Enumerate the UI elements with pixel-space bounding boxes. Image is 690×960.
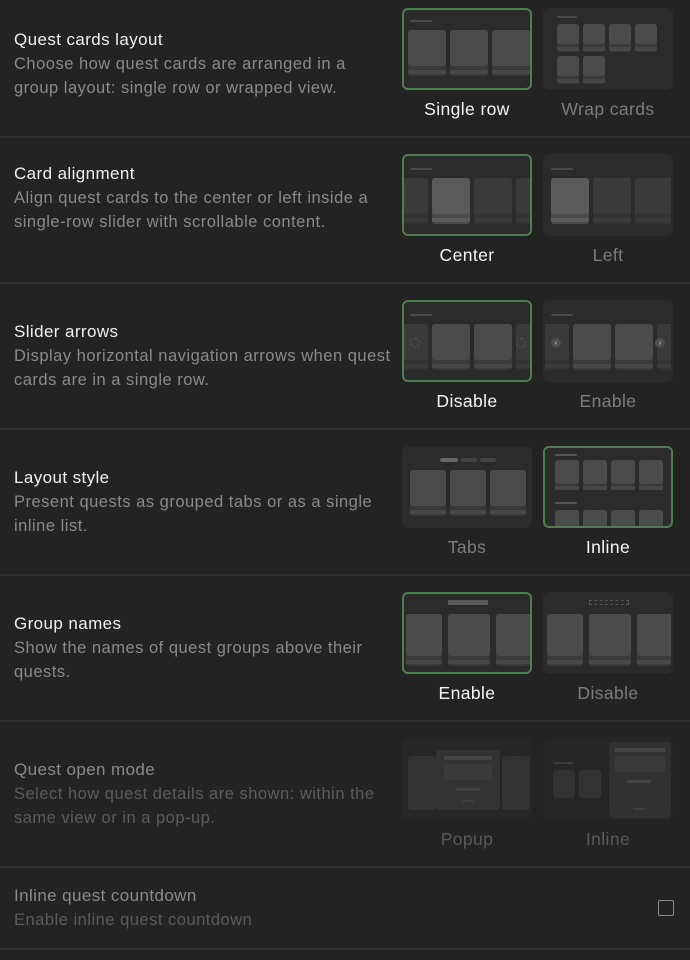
option-label: Left	[592, 245, 624, 265]
setting-title: Card alignment	[14, 164, 135, 183]
wrap-cards-preview	[543, 8, 673, 90]
chevron-right-icon: ›	[655, 338, 665, 348]
chevron-left-icon: ‹	[551, 338, 561, 348]
setting-inline-quest-countdown: Inline quest countdown Enable inline que…	[0, 868, 690, 950]
setting-title: Inline quest countdown	[14, 886, 197, 905]
inline-preview	[543, 446, 673, 528]
inline-detail-preview	[543, 738, 673, 820]
setting-title: Quest open mode	[14, 760, 156, 779]
option-enable-group-names[interactable]: Enable	[402, 592, 532, 704]
setting-description: Select how quest details are shown: with…	[14, 785, 375, 827]
countdown-checkbox[interactable]	[658, 900, 674, 916]
center-preview	[402, 154, 532, 236]
setting-description: Present quests as grouped tabs or as a s…	[14, 493, 373, 535]
names-off-preview	[543, 592, 673, 674]
arrows-on-preview: ‹ ›	[543, 300, 673, 382]
option-label: Inline	[585, 829, 631, 849]
setting-group-names: Group names Show the names of quest grou…	[0, 576, 690, 722]
option-popup[interactable]: Popup	[402, 738, 532, 850]
option-label: Tabs	[447, 537, 487, 557]
setting-description: Enable inline quest countdown	[14, 911, 253, 929]
option-disable-group-names[interactable]: Disable	[543, 592, 673, 704]
option-inline[interactable]: Inline	[543, 446, 673, 558]
option-label: Center	[439, 245, 495, 265]
option-wrap-cards[interactable]: Wrap cards	[543, 8, 673, 120]
setting-title: Slider arrows	[14, 322, 119, 341]
option-label: Inline	[585, 537, 631, 557]
arrows-off-preview	[402, 300, 532, 382]
option-label: Wrap cards	[561, 99, 655, 119]
option-label: Enable	[579, 391, 637, 411]
single-row-preview	[402, 8, 532, 90]
setting-description: Show the names of quest groups above the…	[14, 639, 363, 681]
setting-description: Display horizontal navigation arrows whe…	[14, 347, 391, 389]
option-label: Disable	[577, 683, 639, 703]
setting-quest-cards-layout: Quest cards layout Choose how quest card…	[0, 0, 690, 138]
setting-card-alignment: Card alignment Align quest cards to the …	[0, 138, 690, 284]
option-center[interactable]: Center	[402, 154, 532, 266]
setting-title: Quest cards layout	[14, 30, 163, 49]
setting-title: Group names	[14, 614, 122, 633]
setting-quest-open-mode: Quest open mode Select how quest details…	[0, 722, 690, 868]
option-label: Popup	[440, 829, 494, 849]
option-single-row[interactable]: Single row	[402, 8, 532, 120]
right-arrow-ghost-icon	[516, 338, 526, 348]
setting-layout-style: Layout style Present quests as grouped t…	[0, 430, 690, 576]
option-inline-detail[interactable]: Inline	[543, 738, 673, 850]
setting-title: Layout style	[14, 468, 110, 487]
option-tabs[interactable]: Tabs	[402, 446, 532, 558]
tabs-preview	[402, 446, 532, 528]
option-label: Single row	[424, 99, 510, 119]
popup-preview	[402, 738, 532, 820]
option-disable-arrows[interactable]: Disable	[402, 300, 532, 412]
left-preview	[543, 154, 673, 236]
names-on-preview	[402, 592, 532, 674]
setting-description: Align quest cards to the center or left …	[14, 189, 369, 231]
setting-description: Choose how quest cards are arranged in a…	[14, 55, 346, 97]
left-arrow-ghost-icon	[410, 338, 420, 348]
option-label: Disable	[436, 391, 498, 411]
option-enable-arrows[interactable]: ‹ › Enable	[543, 300, 673, 412]
option-label: Enable	[438, 683, 496, 703]
setting-slider-arrows: Slider arrows Display horizontal navigat…	[0, 284, 690, 430]
option-left[interactable]: Left	[543, 154, 673, 266]
